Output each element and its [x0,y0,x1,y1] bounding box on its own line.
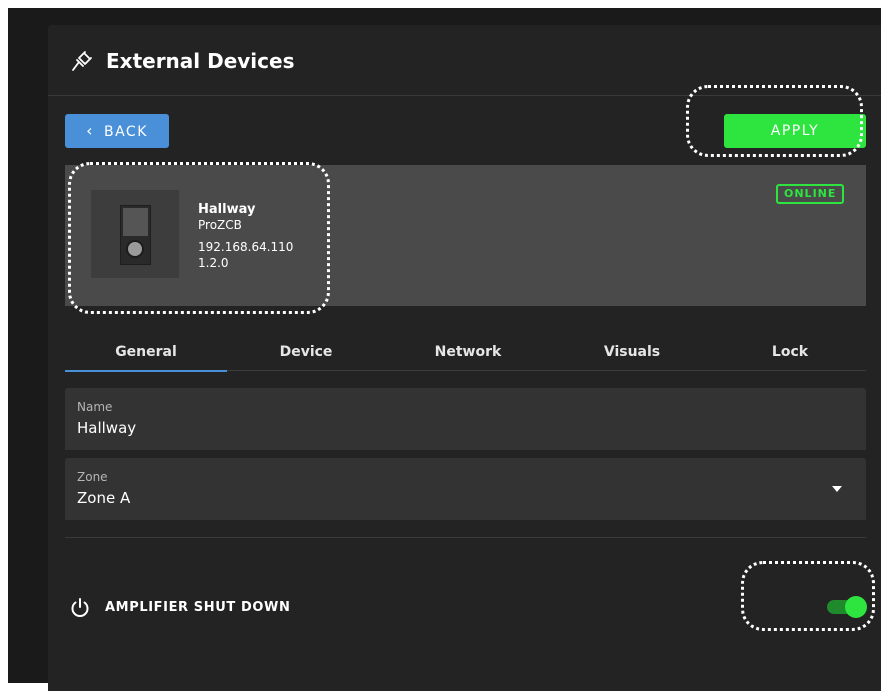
name-field[interactable]: Name Hallway [65,388,866,450]
tab-device[interactable]: Device [225,334,387,370]
page-title: External Devices [106,49,295,73]
tab-bar: General Device Network Visuals Lock [65,334,866,372]
amplifier-shutdown-toggle[interactable] [827,596,867,618]
plug-icon [72,51,92,71]
dropdown-arrow-icon [832,486,842,492]
chevron-left-icon: ‹ [86,121,94,140]
app-frame: External Devices ‹ BACK APPLY Hallway Pro… [8,8,881,691]
tab-network[interactable]: Network [387,334,549,370]
amplifier-shutdown-label: AMPLIFIER SHUT DOWN [105,600,291,615]
external-devices-panel: External Devices ‹ BACK APPLY Hallway Pro… [48,25,881,691]
name-field-value: Hallway [77,419,137,437]
status-badge: ONLINE [776,184,845,204]
device-body [120,205,151,265]
name-field-label: Name [77,400,113,414]
device-image [91,190,179,278]
tab-lock[interactable]: Lock [709,334,871,370]
tab-general[interactable]: General [65,334,227,372]
device-name: Hallway [198,202,256,217]
back-button[interactable]: ‹ BACK [65,114,169,148]
power-icon [71,598,89,617]
back-button-label: BACK [104,124,148,140]
toggle-thumb [845,596,867,618]
device-knob [126,240,144,258]
device-model: ProZCB [198,218,242,232]
device-version: 1.2.0 [198,256,229,270]
zone-select-label: Zone [77,470,108,484]
device-card: Hallway ProZCB 192.168.64.110 1.2.0 ONLI… [65,165,866,306]
zone-select-value: Zone A [77,489,131,507]
tab-visuals[interactable]: Visuals [551,334,713,370]
device-top-panel [123,208,148,236]
panel-header: External Devices [48,25,881,96]
apply-button[interactable]: APPLY [724,114,866,148]
zone-select[interactable]: Zone Zone A [65,458,866,520]
device-ip: 192.168.64.110 [198,240,294,254]
section-divider [65,537,866,538]
